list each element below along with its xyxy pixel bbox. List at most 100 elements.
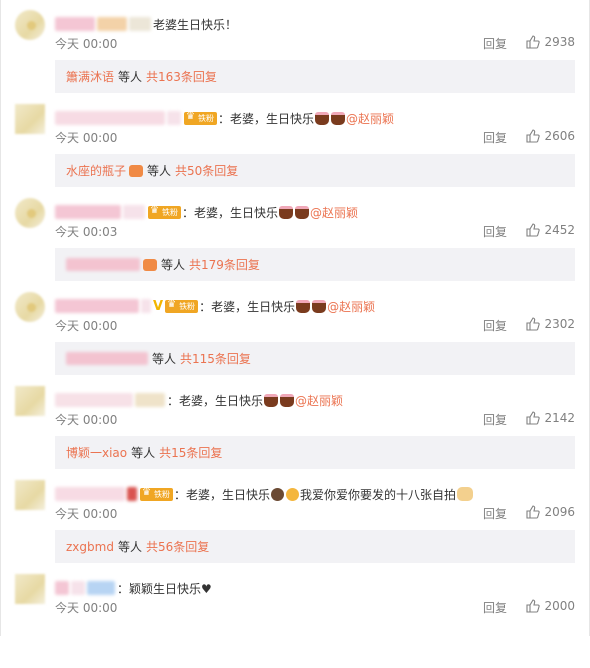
avatar[interactable]: [15, 292, 45, 322]
blush-emoji-icon: [286, 487, 300, 501]
like-count: 2096: [544, 505, 575, 519]
reply-button[interactable]: 回复: [483, 317, 507, 334]
comment-meta: 今天 00:00 回复 2302: [55, 317, 575, 333]
cake-emoji-icon: [264, 393, 279, 407]
comment-text: ：颖颖生日快乐♥: [117, 581, 212, 596]
username-blur: [127, 487, 137, 501]
avatar[interactable]: [15, 386, 45, 416]
mention-link[interactable]: @赵丽颖: [327, 298, 375, 315]
reply-total-link[interactable]: 共179条回复: [189, 256, 260, 273]
username-blur: [71, 581, 85, 595]
reply-total-link[interactable]: 共50条回复: [175, 162, 238, 179]
username[interactable]: [55, 17, 95, 31]
comment-item: V 铁粉 ：老婆，生日快乐 @赵丽颖 今天 00:00 回复 2302 等人 共…: [1, 292, 590, 386]
avatar[interactable]: [15, 574, 45, 604]
reply-user[interactable]: 水座的瓶子: [66, 162, 126, 179]
like-count: 2938: [544, 35, 575, 49]
reply-user[interactable]: 博颖一xiao: [66, 444, 127, 461]
mention-link[interactable]: @赵丽颖: [346, 110, 394, 127]
comment-meta: 今天 00:00 回复 2000: [55, 599, 575, 615]
like-button[interactable]: 2606: [526, 129, 575, 143]
like-button[interactable]: 2302: [526, 317, 575, 331]
cake-emoji-icon: [280, 393, 295, 407]
thumbs-up-icon: [526, 317, 541, 331]
chocolate-emoji-icon: [271, 487, 285, 501]
timestamp: 今天 00:00: [55, 507, 118, 521]
reply-total-link[interactable]: 共163条回复: [146, 68, 217, 85]
username[interactable]: [55, 205, 121, 219]
avatar[interactable]: [15, 480, 45, 510]
thumbs-up-icon: [526, 411, 541, 425]
mention-link[interactable]: @赵丽颖: [310, 204, 358, 221]
comment-item: 铁粉 ：老婆，生日快乐 @赵丽颖 今天 00:00 回复 2606 水座的瓶子 …: [1, 104, 590, 198]
username[interactable]: [55, 487, 125, 501]
reply-summary[interactable]: 博颖一xiao 等人 共15条回复: [55, 436, 575, 469]
comment-meta: 今天 00:03 回复 2452: [55, 223, 575, 239]
reply-button[interactable]: 回复: [483, 35, 507, 52]
reply-summary[interactable]: zxgbmd 等人 共56条回复: [55, 530, 575, 563]
comment-item: 铁粉 ：老婆，生日快乐 我爱你爱你要发的十八张自拍 今天 00:00 回复 20…: [1, 480, 590, 574]
avatar[interactable]: [15, 104, 45, 134]
avatar[interactable]: [15, 198, 45, 228]
like-count: 2000: [544, 599, 575, 613]
cake-emoji-icon: [296, 299, 311, 313]
reply-button[interactable]: 回复: [483, 411, 507, 428]
thumbs-up-icon: [526, 505, 541, 519]
reply-user[interactable]: [66, 258, 140, 271]
thumbs-up-icon: [526, 599, 541, 613]
comment-content: ：老婆，生日快乐 @赵丽颖: [55, 390, 343, 410]
reply-total-link[interactable]: 共115条回复: [180, 350, 251, 367]
cake-emoji-icon: [279, 205, 294, 219]
username-blur: [87, 581, 115, 595]
username-blur: [97, 17, 127, 31]
reply-button[interactable]: 回复: [483, 505, 507, 522]
comment-content: 铁粉 ：老婆，生日快乐 @赵丽颖: [55, 108, 394, 128]
reply-button[interactable]: 回复: [483, 129, 507, 146]
comment-text: ：老婆，生日快乐: [182, 205, 279, 220]
reply-user[interactable]: 簫满沐语: [66, 68, 114, 85]
reply-total-link[interactable]: 共56条回复: [146, 538, 209, 555]
reply-summary[interactable]: 等人 共179条回复: [55, 248, 575, 281]
like-count: 2142: [544, 411, 575, 425]
comment-item: ：颖颖生日快乐♥ 今天 00:00 回复 2000: [1, 574, 590, 668]
reply-total-link[interactable]: 共15条回复: [159, 444, 222, 461]
comment-content: 老婆生日快乐！: [55, 14, 237, 34]
reply-button[interactable]: 回复: [483, 599, 507, 616]
like-button[interactable]: 2938: [526, 35, 575, 49]
reply-button[interactable]: 回复: [483, 223, 507, 240]
like-button[interactable]: 2000: [526, 599, 575, 613]
comment-list: 老婆生日快乐！ 今天 00:00 回复 2938 簫满沐语 等人 共163条回复…: [0, 0, 590, 636]
avatar[interactable]: [15, 10, 45, 40]
username[interactable]: [55, 393, 133, 407]
cake-emoji-icon: [312, 299, 327, 313]
timestamp: 今天 00:00: [55, 601, 118, 615]
reply-summary[interactable]: 水座的瓶子 等人 共50条回复: [55, 154, 575, 187]
doge-emoji-icon: [457, 487, 474, 501]
mention-link[interactable]: @赵丽颖: [295, 392, 343, 409]
reply-summary[interactable]: 簫满沐语 等人 共163条回复: [55, 60, 575, 93]
comment-content: ：颖颖生日快乐♥: [55, 578, 212, 598]
reply-mid: 等人: [147, 164, 172, 178]
fan-badge: 铁粉: [148, 205, 181, 219]
reply-mid: 等人: [118, 70, 143, 84]
reply-user[interactable]: [66, 352, 148, 365]
reply-summary[interactable]: 等人 共115条回复: [55, 342, 575, 375]
like-button[interactable]: 2452: [526, 223, 575, 237]
comment-meta: 今天 00:00 回复 2142: [55, 411, 575, 427]
comment-item: 老婆生日快乐！ 今天 00:00 回复 2938 簫满沐语 等人 共163条回复: [1, 10, 590, 104]
comment-meta: 今天 00:00 回复 2096: [55, 505, 575, 521]
like-button[interactable]: 2096: [526, 505, 575, 519]
reply-user[interactable]: zxgbmd: [66, 540, 114, 554]
fan-badge: 铁粉: [140, 487, 173, 501]
verified-icon: V: [153, 298, 164, 314]
comment-content: V 铁粉 ：老婆，生日快乐 @赵丽颖: [55, 296, 375, 316]
username[interactable]: [55, 299, 139, 313]
comment-text: ：老婆，生日快乐: [199, 299, 296, 314]
username[interactable]: [55, 581, 69, 595]
timestamp: 今天 00:03: [55, 225, 118, 239]
thumbs-up-icon: [526, 35, 541, 49]
emoji-icon: [129, 164, 144, 177]
username[interactable]: [55, 111, 165, 125]
like-button[interactable]: 2142: [526, 411, 575, 425]
like-count: 2302: [544, 317, 575, 331]
